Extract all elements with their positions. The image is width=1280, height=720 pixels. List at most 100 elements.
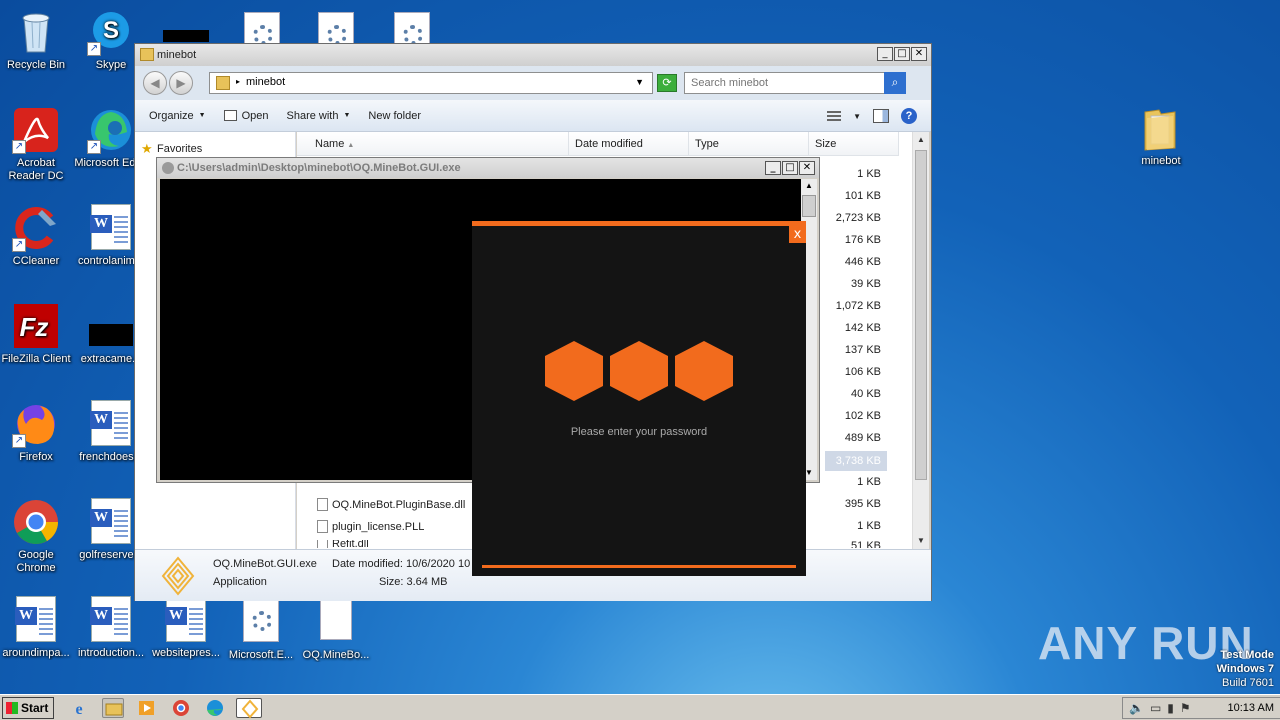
- black-file-icon: [87, 302, 135, 350]
- file-size: 51 KB: [851, 540, 881, 548]
- open-button[interactable]: Open: [223, 110, 269, 122]
- file-size: 489 KB: [844, 432, 881, 444]
- search-icon[interactable]: ⌕: [884, 72, 906, 94]
- word-document-icon: W: [87, 204, 135, 252]
- desktop-icon-firefox[interactable]: ↗ Firefox: [0, 400, 74, 464]
- desktop-icon-minebot-folder[interactable]: minebot: [1123, 104, 1199, 168]
- forward-button[interactable]: ▶: [169, 71, 193, 95]
- minimize-button[interactable]: _: [877, 47, 893, 61]
- address-bar[interactable]: ▸ minebot ▼: [209, 72, 653, 94]
- column-header-type[interactable]: Type: [689, 132, 809, 156]
- taskbar-media-player-icon[interactable]: [136, 698, 158, 718]
- refresh-button[interactable]: ⟳: [657, 74, 677, 92]
- action-center-flag-icon[interactable]: ⚑: [1180, 701, 1191, 715]
- desktop-icon-label: Firefox: [19, 451, 53, 463]
- minebot-app-icon: [161, 556, 195, 596]
- list-item[interactable]: plugin_license.PLL: [317, 520, 424, 533]
- new-folder-button[interactable]: New folder: [368, 110, 421, 122]
- taskbar-chrome-icon[interactable]: [170, 698, 192, 718]
- preview-pane-icon[interactable]: [873, 109, 889, 123]
- close-button[interactable]: x: [789, 226, 806, 243]
- breadcrumb-arrow-icon[interactable]: ▸: [236, 77, 240, 86]
- password-input-underline[interactable]: [482, 565, 796, 568]
- desktop-icon-aroundimpa[interactable]: W aroundimpa...: [0, 596, 74, 660]
- taskbar-edge-icon[interactable]: [204, 698, 226, 718]
- taskbar-explorer-icon[interactable]: [102, 698, 124, 718]
- file-size: 40 KB: [851, 388, 881, 400]
- desktop-icon-label: Acrobat Reader DC: [8, 157, 64, 182]
- file-size: 1 KB: [857, 476, 881, 488]
- column-header-size[interactable]: Size: [809, 132, 899, 156]
- file-size: 101 KB: [844, 190, 881, 202]
- console-titlebar[interactable]: C:\Users\admin\Desktop\minebot\OQ.MineBo…: [157, 158, 819, 178]
- taskbar-ie-icon[interactable]: e: [68, 698, 90, 718]
- scroll-down-icon[interactable]: ▼: [913, 533, 929, 549]
- file-size: 106 KB: [844, 366, 881, 378]
- maximize-button[interactable]: □: [894, 47, 910, 61]
- file-size: 1,072 KB: [835, 300, 881, 312]
- sort-up-icon: ▲: [347, 142, 355, 149]
- explorer-title: minebot: [157, 49, 197, 61]
- folder-icon: [140, 48, 154, 61]
- chevron-down-icon[interactable]: ▼: [635, 77, 644, 87]
- vertical-scrollbar[interactable]: ▲ ▼: [912, 132, 929, 549]
- minimize-button[interactable]: _: [765, 161, 781, 175]
- close-button[interactable]: ✕: [799, 161, 815, 175]
- svg-text:Fz: Fz: [20, 312, 49, 342]
- list-item[interactable]: Refit.dll: [317, 540, 369, 548]
- desktop-icon-ccleaner[interactable]: ↗ CCleaner: [0, 204, 74, 268]
- view-options-icon[interactable]: [827, 111, 842, 121]
- desktop-icon-acrobat[interactable]: ↗ Acrobat Reader DC: [0, 106, 74, 183]
- desktop-icon-label: Google Chrome: [16, 549, 56, 574]
- file-size: 1 KB: [857, 168, 881, 180]
- desktop-icon-oq-minebot[interactable]: OQ.MineBo...: [298, 596, 374, 662]
- column-header-date[interactable]: Date modified: [569, 132, 689, 156]
- maximize-button[interactable]: □: [782, 161, 798, 175]
- svg-text:S: S: [103, 17, 119, 44]
- explorer-titlebar[interactable]: minebot _ □ ✕: [135, 44, 931, 66]
- search-input[interactable]: [691, 74, 881, 92]
- help-icon[interactable]: ?: [901, 108, 917, 124]
- shortcut-arrow-icon: ↗: [12, 238, 26, 252]
- console-title: C:\Users\admin\Desktop\minebot\OQ.MineBo…: [177, 162, 461, 174]
- organize-button[interactable]: Organize ▼: [149, 110, 206, 122]
- power-icon[interactable]: ▮: [1167, 701, 1174, 715]
- close-button[interactable]: ✕: [911, 47, 927, 61]
- network-icon[interactable]: ▭: [1150, 701, 1161, 715]
- search-box[interactable]: ⌕: [684, 72, 906, 94]
- desktop-icon-label: minebot: [1141, 155, 1181, 167]
- back-button[interactable]: ◀: [143, 71, 167, 95]
- scroll-up-icon[interactable]: ▲: [913, 132, 929, 148]
- column-header-name[interactable]: Name ▲: [297, 132, 569, 156]
- clock[interactable]: 10:13 AM: [1228, 702, 1274, 714]
- scrollbar-thumb[interactable]: [915, 150, 927, 480]
- scroll-up-icon[interactable]: ▲: [801, 179, 817, 193]
- desktop-icon-microsoft-e[interactable]: Microsoft.E...: [223, 596, 299, 662]
- shortcut-arrow-icon: ↗: [12, 140, 26, 154]
- taskbar-minebot-icon[interactable]: [236, 698, 262, 719]
- volume-icon[interactable]: 🔈: [1129, 701, 1144, 715]
- chevron-down-icon[interactable]: ▼: [853, 112, 861, 121]
- file-size: 39 KB: [851, 278, 881, 290]
- dll-file-icon: [317, 498, 328, 511]
- scrollbar-thumb[interactable]: [802, 195, 816, 217]
- windows-logo-icon: [6, 702, 18, 714]
- file-name: OQ.MineBot.PluginBase.dll: [332, 498, 466, 511]
- desktop-icon-websitepres[interactable]: W websitepres...: [148, 596, 224, 660]
- system-tray: 🔈 ▭ ▮ ⚑ 10:13 AM: [1122, 697, 1280, 719]
- share-with-button[interactable]: Share with ▼: [287, 110, 351, 122]
- desktop-icon-introduction[interactable]: W introduction...: [73, 596, 149, 660]
- start-button[interactable]: Start: [2, 697, 54, 719]
- build-label: Build 7601: [1222, 677, 1274, 689]
- filezilla-icon: Fz: [12, 302, 60, 350]
- test-mode-label: Test Mode: [1220, 649, 1274, 661]
- list-item[interactable]: OQ.MineBot.PluginBase.dll: [317, 498, 465, 511]
- blank-file-icon: [312, 598, 360, 646]
- file-size: 137 KB: [844, 344, 881, 356]
- console-app-icon: [162, 162, 174, 174]
- desktop-icon-filezilla[interactable]: Fz FileZilla Client: [0, 302, 74, 366]
- address-row: ◀ ▶ ▸ minebot ▼ ⟳ ⌕: [135, 66, 931, 100]
- nav-favorites[interactable]: Favorites: [157, 143, 202, 155]
- desktop-icon-chrome[interactable]: Google Chrome: [0, 498, 74, 575]
- desktop-icon-recycle-bin[interactable]: Recycle Bin: [0, 8, 74, 72]
